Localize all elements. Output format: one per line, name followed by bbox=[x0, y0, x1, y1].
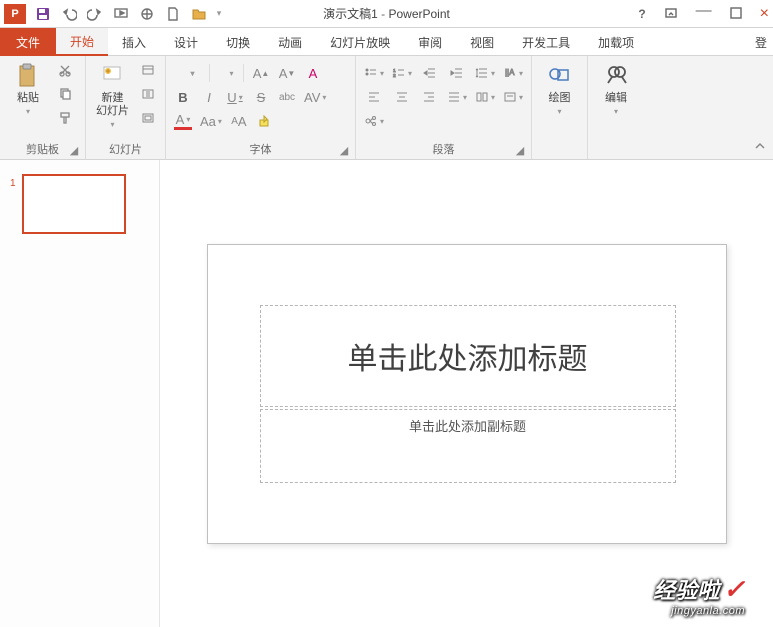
section-icon[interactable] bbox=[137, 108, 159, 128]
clipboard-dialog-launcher-icon[interactable]: ◢ bbox=[67, 143, 81, 157]
paragraph-dialog-launcher-icon[interactable]: ◢ bbox=[513, 143, 527, 157]
tab-developer[interactable]: 开发工具 bbox=[508, 28, 584, 56]
tab-animations[interactable]: 动画 bbox=[264, 28, 316, 56]
app-icon: P bbox=[4, 4, 26, 24]
drawing-button[interactable]: 绘图 ▾ bbox=[538, 60, 581, 120]
tab-transitions[interactable]: 切换 bbox=[212, 28, 264, 56]
new-slide-button[interactable]: 新建 幻灯片 ▾ bbox=[92, 60, 133, 133]
group-slides-label: 幻灯片 bbox=[92, 139, 159, 157]
grow-font-icon[interactable]: AA bbox=[230, 112, 248, 130]
qat-customize-icon[interactable]: ▾ bbox=[212, 2, 226, 26]
new-slide-label: 新建 幻灯片 bbox=[96, 92, 129, 118]
startfrom-beginning-icon[interactable] bbox=[108, 2, 134, 26]
editing-button[interactable]: 编辑 ▾ bbox=[594, 60, 638, 120]
slide-thumbnail-pane[interactable]: 1 bbox=[0, 160, 160, 627]
copy-icon[interactable] bbox=[54, 84, 76, 104]
align-center-icon[interactable] bbox=[392, 88, 412, 106]
redo-icon[interactable] bbox=[82, 2, 108, 26]
align-text-icon[interactable] bbox=[503, 88, 523, 106]
touch-mode-icon[interactable] bbox=[134, 2, 160, 26]
svg-text:||A: ||A bbox=[505, 68, 515, 77]
align-justify-icon[interactable] bbox=[447, 88, 467, 106]
login-link[interactable]: 登 bbox=[741, 28, 773, 56]
reset-slide-icon[interactable] bbox=[137, 84, 159, 104]
ribbon-tabs: 文件 开始 插入 设计 切换 动画 幻灯片放映 审阅 视图 开发工具 加载项 登 bbox=[0, 28, 773, 56]
line-spacing-icon[interactable] bbox=[475, 64, 495, 82]
text-direction-icon[interactable]: ||A bbox=[503, 64, 523, 82]
drawing-label: 绘图 bbox=[549, 92, 571, 105]
align-left-icon[interactable] bbox=[364, 88, 384, 106]
close-icon[interactable]: × bbox=[760, 5, 769, 23]
cut-icon[interactable] bbox=[54, 60, 76, 80]
subtitle-placeholder-text: 单击此处添加副标题 bbox=[409, 416, 526, 435]
bullets-button[interactable] bbox=[364, 64, 384, 82]
strikethrough-button[interactable]: S bbox=[252, 88, 270, 106]
tab-design[interactable]: 设计 bbox=[160, 28, 212, 56]
font-dialog-launcher-icon[interactable]: ◢ bbox=[337, 143, 351, 157]
watermark: 经验啦✓ jingyanla.com bbox=[653, 573, 745, 617]
title-placeholder-text: 单击此处添加标题 bbox=[348, 334, 588, 378]
highlight-icon[interactable] bbox=[256, 112, 274, 130]
group-paragraph-label: 段落 ◢ bbox=[362, 139, 525, 157]
collapse-ribbon-icon[interactable] bbox=[751, 137, 769, 155]
tab-home[interactable]: 开始 bbox=[56, 28, 108, 56]
ribbon-display-icon[interactable] bbox=[664, 6, 678, 23]
bold-button[interactable]: B bbox=[174, 88, 192, 106]
decrease-indent-icon[interactable] bbox=[420, 64, 440, 82]
slide-thumbnail-1[interactable] bbox=[22, 174, 126, 234]
title-placeholder[interactable]: 单击此处添加标题 bbox=[260, 305, 676, 407]
clear-formatting-icon[interactable]: A bbox=[304, 64, 322, 82]
underline-button[interactable]: U bbox=[226, 88, 244, 106]
format-painter-icon[interactable] bbox=[54, 108, 76, 128]
slide-canvas[interactable]: 单击此处添加标题 单击此处添加副标题 bbox=[207, 244, 727, 544]
tab-slideshow[interactable]: 幻灯片放映 bbox=[316, 28, 404, 56]
undo-icon[interactable] bbox=[56, 2, 82, 26]
help-icon[interactable]: ? bbox=[638, 7, 645, 21]
check-icon: ✓ bbox=[723, 574, 745, 605]
tab-file[interactable]: 文件 bbox=[0, 28, 56, 56]
numbering-button[interactable]: 12 bbox=[392, 64, 412, 82]
save-icon[interactable] bbox=[30, 2, 56, 26]
decrease-font-icon[interactable]: A▼ bbox=[278, 64, 296, 82]
svg-text:2: 2 bbox=[393, 73, 396, 79]
font-size-dropdown[interactable] bbox=[218, 64, 244, 82]
new-file-icon[interactable] bbox=[160, 2, 186, 26]
group-clipboard-label: 剪贴板 ◢ bbox=[6, 139, 79, 157]
editing-label: 编辑 bbox=[605, 92, 627, 105]
paste-label: 粘贴 bbox=[17, 92, 39, 105]
font-color-button[interactable]: A bbox=[174, 112, 192, 130]
tab-view[interactable]: 视图 bbox=[456, 28, 508, 56]
tab-insert[interactable]: 插入 bbox=[108, 28, 160, 56]
increase-indent-icon[interactable] bbox=[448, 64, 468, 82]
columns-icon[interactable] bbox=[475, 88, 495, 106]
maximize-icon[interactable] bbox=[730, 7, 742, 22]
tab-addins[interactable]: 加载项 bbox=[584, 28, 648, 56]
paste-button[interactable]: 粘贴 ▾ bbox=[6, 60, 50, 120]
thumbnail-number: 1 bbox=[10, 174, 16, 234]
change-case-button[interactable]: Aa bbox=[200, 112, 222, 130]
subtitle-placeholder[interactable]: 单击此处添加副标题 bbox=[260, 409, 676, 483]
slide-layout-icon[interactable] bbox=[137, 60, 159, 80]
open-file-icon[interactable] bbox=[186, 2, 212, 26]
minimize-icon[interactable]: — bbox=[696, 2, 712, 20]
increase-font-icon[interactable]: A▲ bbox=[252, 64, 270, 82]
ribbon: 粘贴 ▾ 剪贴板 ◢ 新建 幻灯片 ▾ bbox=[0, 56, 773, 160]
smartart-icon[interactable] bbox=[364, 112, 384, 130]
align-right-icon[interactable] bbox=[419, 88, 439, 106]
tab-review[interactable]: 审阅 bbox=[404, 28, 456, 56]
font-family-dropdown[interactable] bbox=[174, 64, 210, 82]
slide-editor[interactable]: 单击此处添加标题 单击此处添加副标题 bbox=[160, 160, 773, 627]
shadow-button[interactable]: abc bbox=[278, 88, 296, 106]
italic-button[interactable]: I bbox=[200, 88, 218, 106]
group-font-label: 字体 ◢ bbox=[172, 139, 349, 157]
char-spacing-button[interactable]: AV bbox=[304, 88, 326, 106]
